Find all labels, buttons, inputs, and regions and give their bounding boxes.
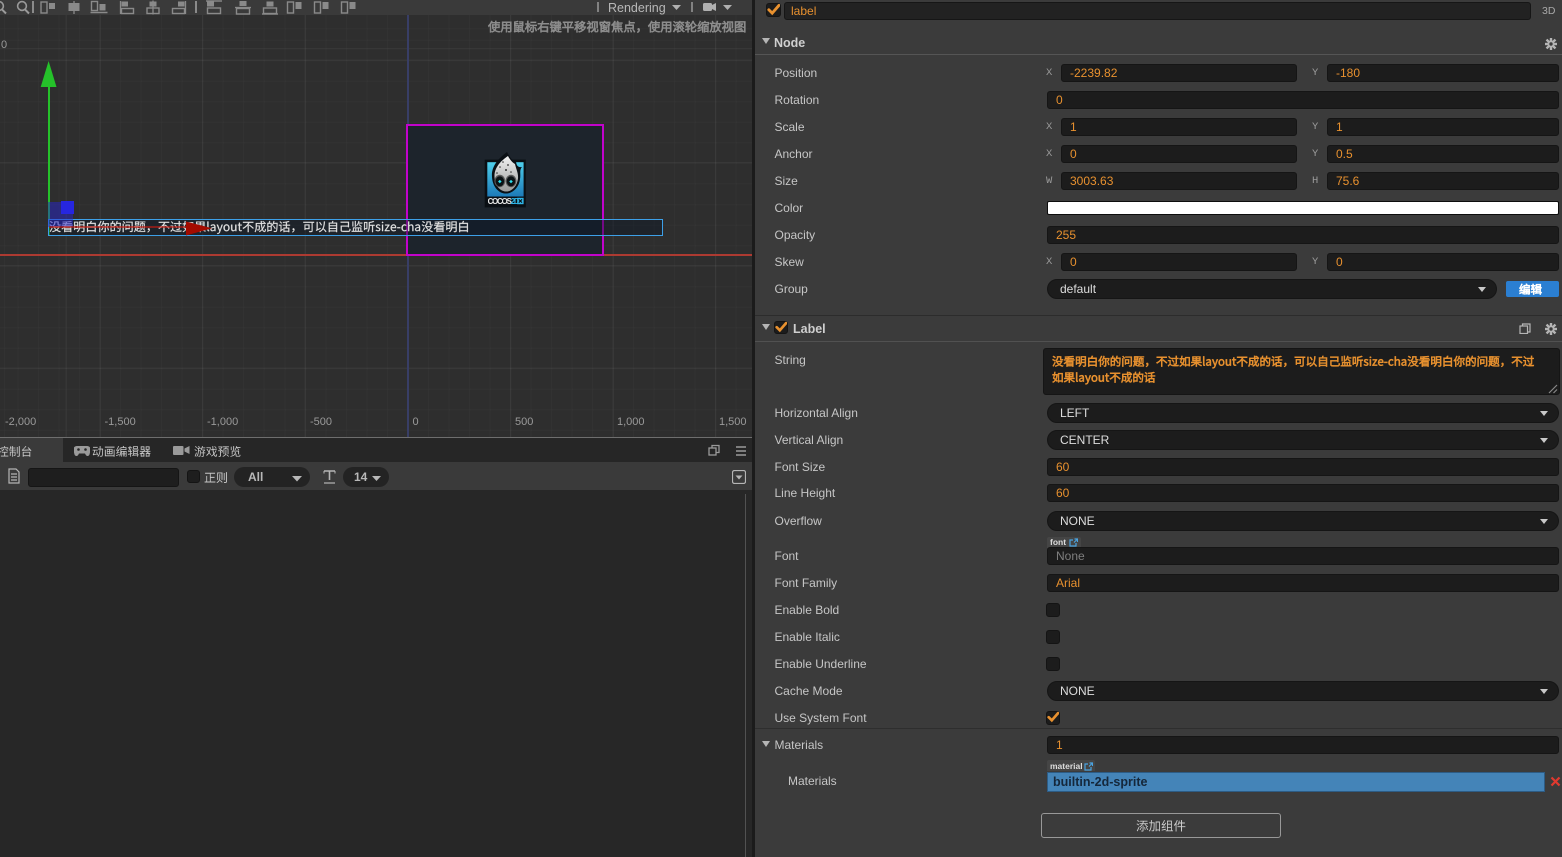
svg-text:COCOS2D: COCOS2D — [488, 197, 520, 206]
